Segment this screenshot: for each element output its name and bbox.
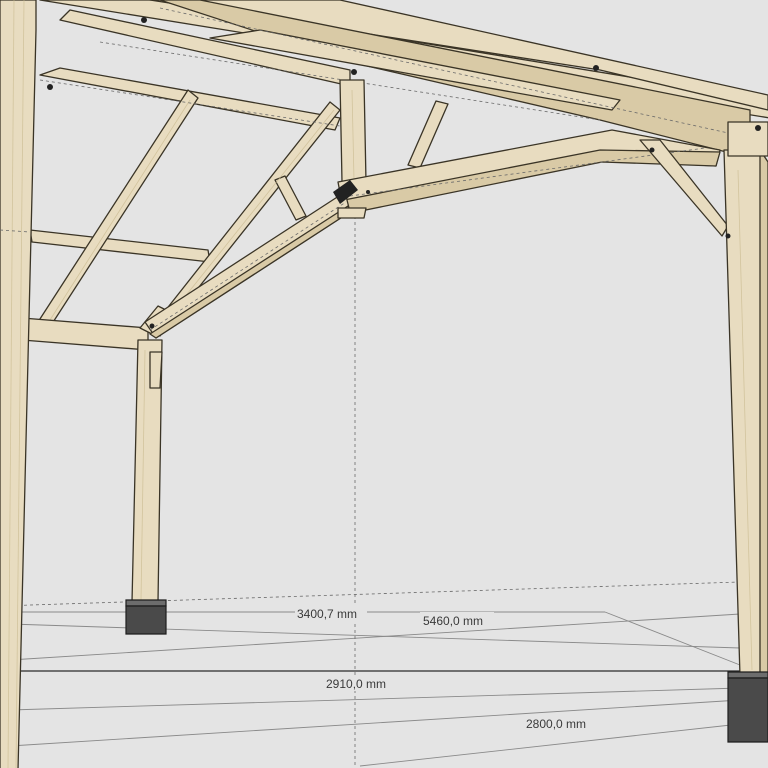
rear-frame (21, 305, 171, 603)
front-footing (727, 677, 768, 743)
dimension-label-5460: 5460,0 mm (423, 614, 483, 628)
dimension-label-2800: 2800,0 mm (526, 717, 586, 731)
timber-frame-model-view: 3400,7 mm 5460,0 mm 2910,0 mm 2800,0 mm (0, 0, 768, 768)
dimension-label-2910: 2910,0 mm (326, 677, 386, 691)
dimension-label-3400: 3400,7 mm (297, 607, 357, 621)
right-post (723, 121, 768, 677)
roof-beams (39, 0, 768, 159)
rear-footing (125, 605, 167, 635)
left-post (0, 0, 37, 768)
